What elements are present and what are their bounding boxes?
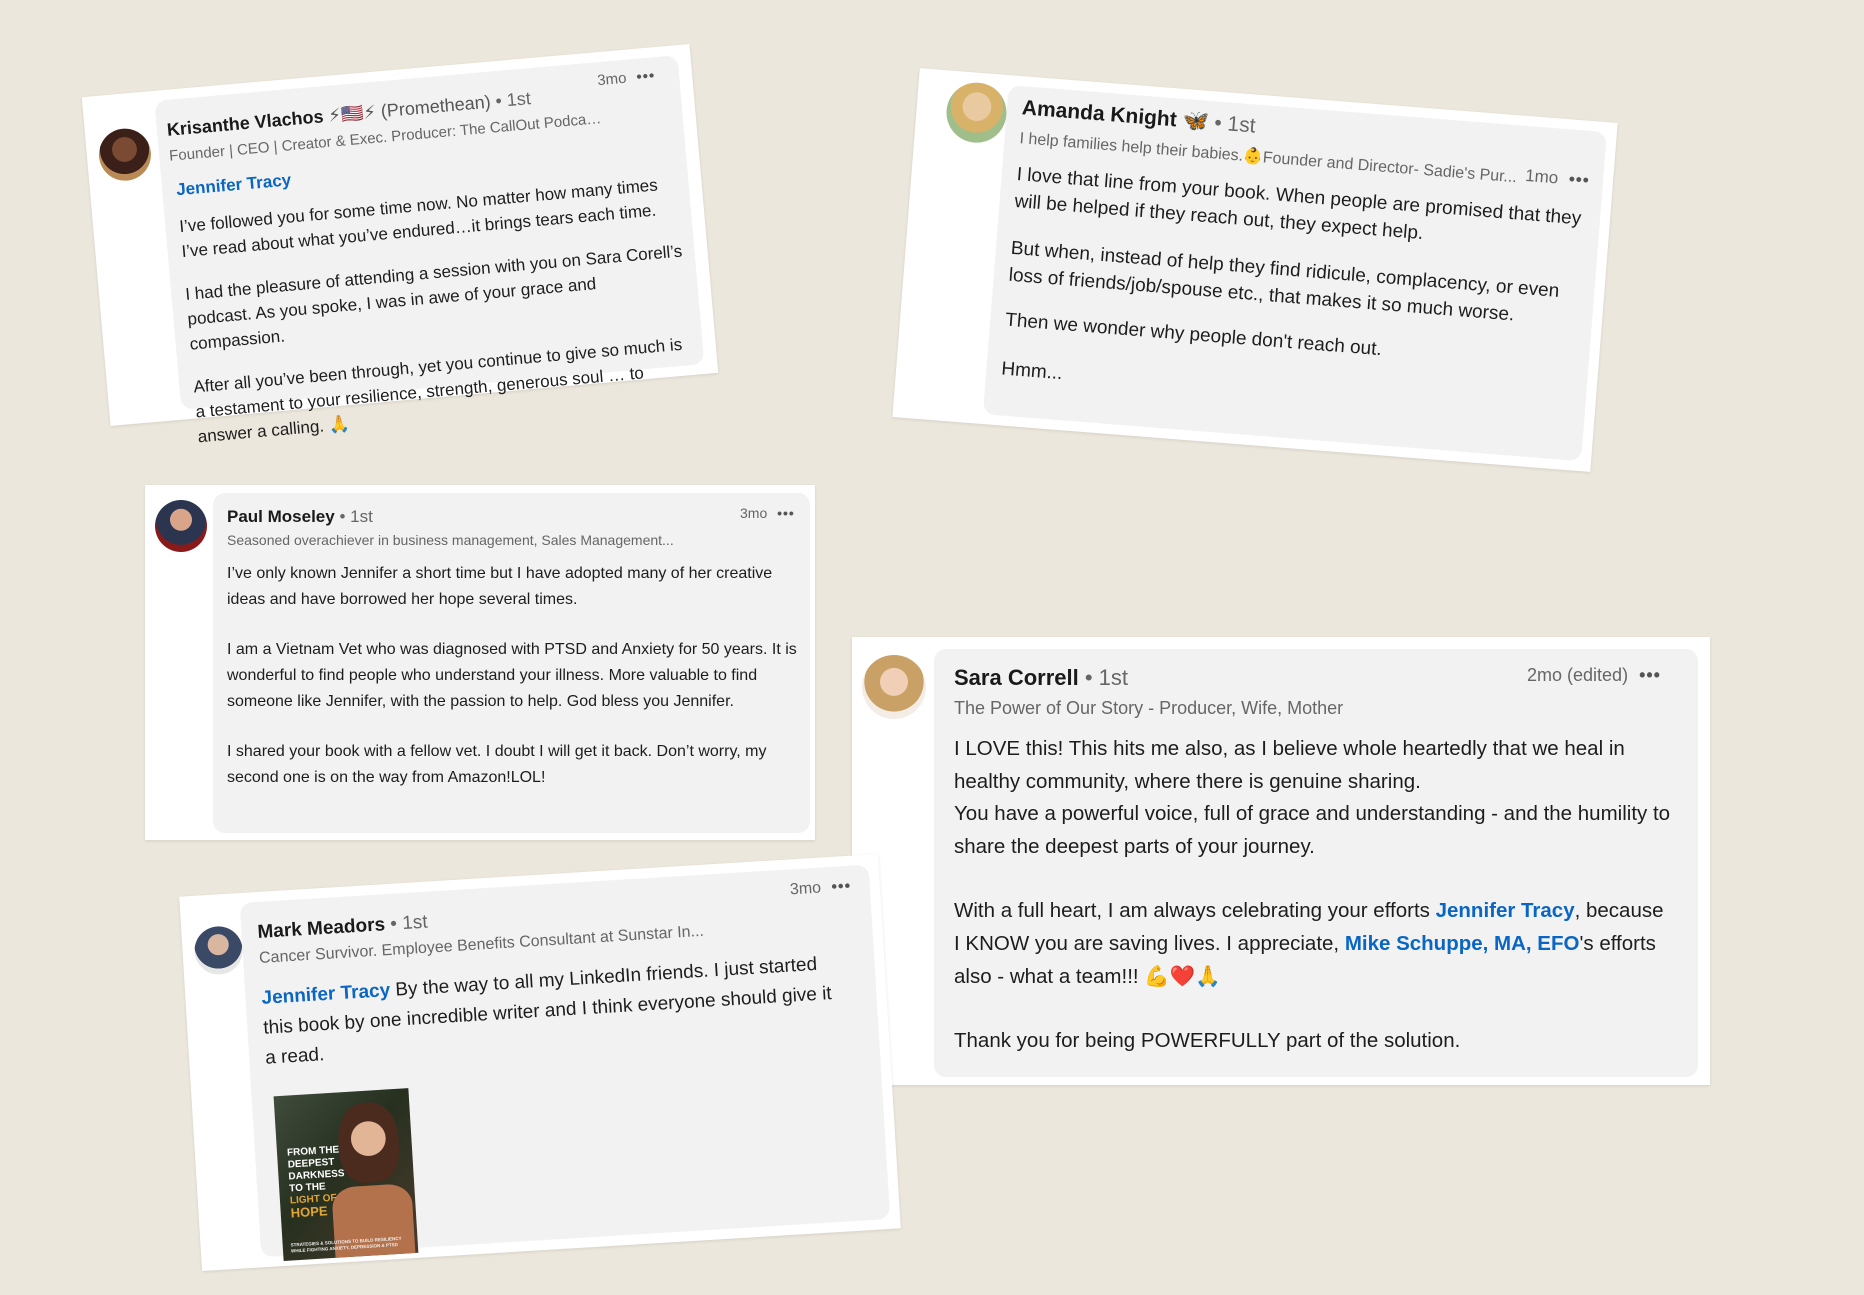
- mention-link[interactable]: Jennifer Tracy: [261, 980, 391, 1009]
- connection-degree: • 1st: [339, 507, 373, 526]
- comment-paragraph: I LOVE this! This hits me also, as I bel…: [954, 737, 1625, 793]
- more-options-icon[interactable]: •••: [1568, 169, 1590, 190]
- connection-degree: • 1st: [389, 911, 429, 935]
- book-cover-image[interactable]: FROM THE DEEPEST DARKNESS TO THE LIGHT O…: [273, 1088, 419, 1262]
- comment-card-mark: Mark Meadors • 1st Cancer Survivor. Empl…: [179, 853, 901, 1272]
- comment-timestamp: 3mo: [740, 505, 768, 521]
- avatar[interactable]: [944, 80, 1009, 145]
- comment-paragraph: I am a Vietnam Vet who was diagnosed wit…: [227, 641, 797, 710]
- commenter-headline: The Power of Our Story - Producer, Wife,…: [954, 698, 1344, 718]
- comment-timestamp: 3mo: [789, 879, 822, 899]
- comment-body: I love that line from your book. When pe…: [1000, 161, 1586, 427]
- comment-paragraph: Thank you for being POWERFULLY part of t…: [954, 1029, 1461, 1053]
- comment-card-amanda: Amanda Knight 🦋 • 1st I help families he…: [892, 68, 1618, 472]
- connection-degree: • 1st: [1084, 665, 1129, 690]
- comment-paragraph: You have a powerful voice, full of grace…: [954, 802, 1671, 858]
- comment-paragraph: I’ve only known Jennifer a short time bu…: [227, 565, 773, 608]
- comment-body: Jennifer Tracy I’ve followed you for som…: [175, 134, 697, 450]
- comment-card-paul: Paul Moseley • 1st Seasoned overachiever…: [145, 485, 815, 840]
- comment-text: With a full heart, I am always celebrati…: [954, 899, 1436, 923]
- mention-link[interactable]: Mike Schuppe, MA, EFO: [1345, 932, 1580, 955]
- more-options-icon[interactable]: •••: [777, 505, 795, 521]
- connection-degree: • 1st: [1213, 111, 1257, 138]
- commenter-name[interactable]: Paul Moseley: [227, 507, 335, 526]
- book-author-photo: [336, 1100, 401, 1185]
- commenter-name-line[interactable]: Paul Moseley • 1st: [227, 507, 373, 527]
- avatar[interactable]: [96, 126, 154, 183]
- more-options-icon[interactable]: •••: [831, 878, 852, 896]
- comment-timestamp: 2mo: [1527, 665, 1563, 685]
- comment-card-krisanthe: Krisanthe Vlachos ⚡🇺🇸⚡ (Promethean) • 1s…: [81, 44, 719, 446]
- avatar[interactable]: [155, 500, 207, 552]
- comment-paragraph: I shared your book with a fellow vet. I …: [227, 743, 767, 786]
- commenter-name-line[interactable]: Sara Correll • 1st: [954, 665, 1128, 691]
- comment-meta: 2mo (edited) •••: [1527, 665, 1661, 686]
- mention-link[interactable]: Jennifer Tracy: [1436, 899, 1575, 922]
- comment-timestamp: 3mo: [596, 69, 628, 90]
- comment-body: I’ve only known Jennifer a short time bu…: [227, 561, 797, 791]
- more-options-icon[interactable]: •••: [1639, 665, 1661, 685]
- comment-card-sara: Sara Correll • 1st The Power of Our Stor…: [852, 637, 1710, 1085]
- comment-timestamp: 1mo: [1524, 165, 1559, 188]
- comment-body: I LOVE this! This hits me also, as I bel…: [954, 733, 1674, 1058]
- commenter-headline: Seasoned overachiever in business manage…: [227, 532, 674, 548]
- comment-meta: 3mo •••: [740, 505, 795, 521]
- book-title: FROM THE DEEPEST DARKNESS TO THE LIGHT O…: [287, 1144, 347, 1220]
- commenter-name[interactable]: Sara Correll: [954, 665, 1079, 690]
- comment-meta: 3mo •••: [789, 878, 851, 900]
- avatar[interactable]: [193, 924, 244, 976]
- connection-degree: • 1st: [494, 88, 532, 112]
- comment-paragraph: With a full heart, I am always celebrati…: [954, 895, 1674, 993]
- avatar[interactable]: [862, 655, 926, 719]
- edited-label: (edited): [1567, 665, 1629, 685]
- more-options-icon[interactable]: •••: [636, 67, 656, 86]
- name-suffix: 🦋: [1175, 108, 1210, 134]
